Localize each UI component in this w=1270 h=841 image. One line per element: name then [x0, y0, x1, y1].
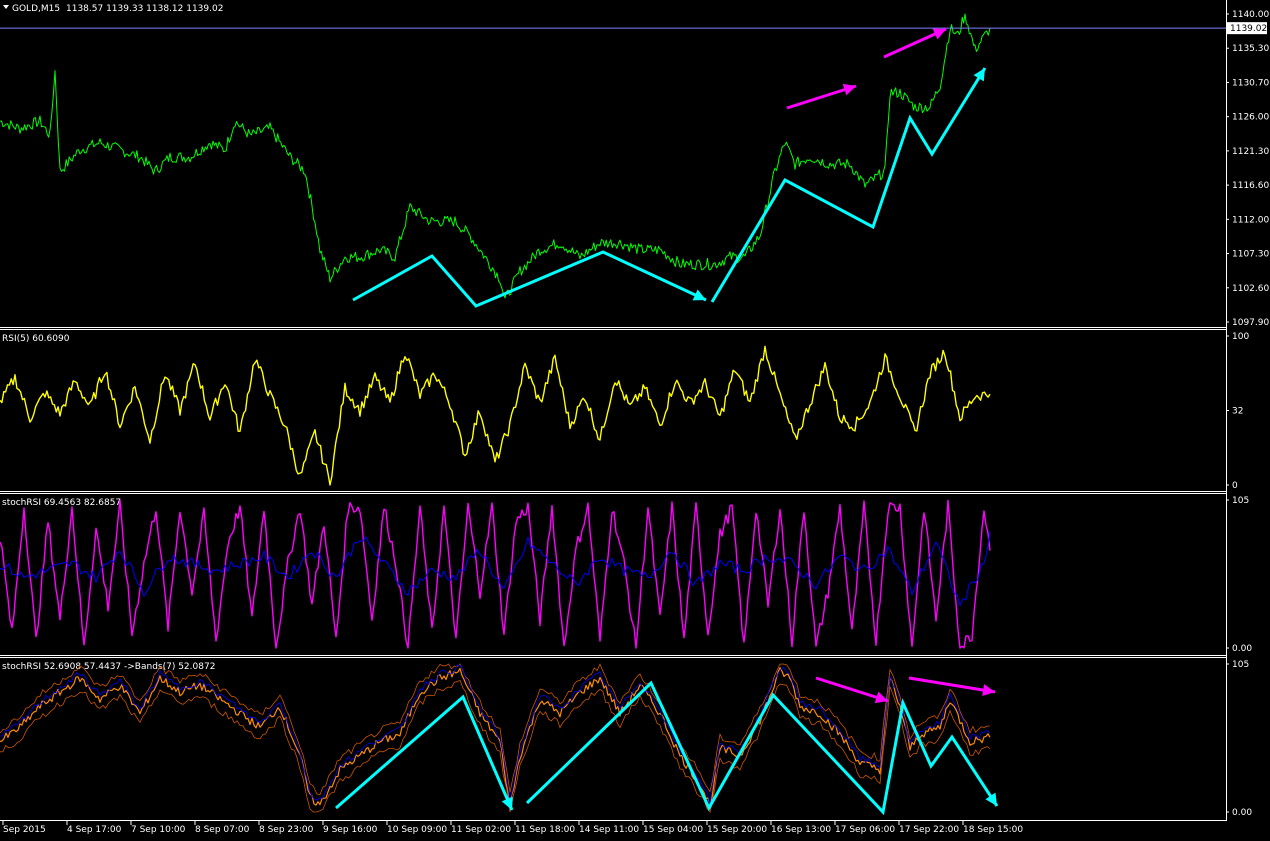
y-tick-label: 1107.30	[1232, 250, 1269, 260]
y-tick-label: 1097.90	[1232, 318, 1269, 328]
y-tick-label: 32	[1232, 407, 1243, 417]
y-tick-label: 0.00	[1232, 808, 1252, 818]
rsi-panel-title: RSI(5) 60.6090	[2, 334, 70, 344]
ohlc-values: 1138.57 1139.33 1138.12 1139.02	[66, 4, 223, 14]
x-tick-label: 8 Sep 23:00	[259, 825, 314, 835]
chart-header: GOLD,M15 1138.57 1139.33 1138.12 1139.02	[3, 4, 223, 14]
x-tick-label: 11 Sep 02:00	[451, 825, 511, 835]
symbol-label: GOLD,M15	[12, 4, 60, 14]
x-tick-label: 15 Sep 20:00	[707, 825, 767, 835]
x-tick-label: 17 Sep 22:00	[899, 825, 959, 835]
x-tick-label: 11 Sep 18:00	[515, 825, 575, 835]
y-tick-label: 1112.00	[1232, 215, 1269, 225]
current-price-label: 1139.02	[1230, 24, 1267, 34]
y-tick-label: 100	[1232, 332, 1249, 342]
chart-background	[0, 0, 1270, 841]
y-tick-label: 1140.00	[1232, 10, 1269, 20]
x-tick-label: 14 Sep 11:00	[579, 825, 639, 835]
y-tick-label: 1102.60	[1232, 284, 1269, 294]
y-tick-label: 105	[1232, 660, 1249, 670]
x-tick-label: 7 Sep 10:00	[131, 825, 186, 835]
chart-window: GOLD,M15 1138.57 1139.33 1138.12 1139.02…	[0, 0, 1270, 841]
y-tick-label: 0	[1232, 481, 1238, 491]
x-tick-label: Sep 2015	[3, 825, 46, 835]
x-tick-label: 18 Sep 15:00	[963, 825, 1023, 835]
x-tick-label: 15 Sep 04:00	[643, 825, 703, 835]
y-tick-label: 1130.70	[1232, 78, 1269, 88]
y-tick-label: 1126.00	[1232, 113, 1269, 123]
y-tick-label: 1116.60	[1232, 181, 1269, 191]
x-tick-label: 4 Sep 17:00	[67, 825, 122, 835]
stochrsi-bands-panel-title: stochRSI 52.6908 57.4437 ->Bands(7) 52.0…	[2, 662, 215, 672]
y-tick-label: 0.00	[1232, 644, 1252, 654]
x-tick-label: 10 Sep 09:00	[387, 825, 447, 835]
x-tick-label: 17 Sep 06:00	[835, 825, 895, 835]
stochrsi-panel-title: stochRSI 69.4563 82.6857	[2, 498, 121, 508]
x-tick-label: 8 Sep 07:00	[195, 825, 250, 835]
x-tick-label: 9 Sep 16:00	[323, 825, 378, 835]
y-tick-label: 1121.30	[1232, 147, 1269, 157]
x-tick-label: 16 Sep 13:00	[771, 825, 831, 835]
y-tick-label: 105	[1232, 496, 1249, 506]
y-tick-label: 1135.30	[1232, 44, 1269, 54]
